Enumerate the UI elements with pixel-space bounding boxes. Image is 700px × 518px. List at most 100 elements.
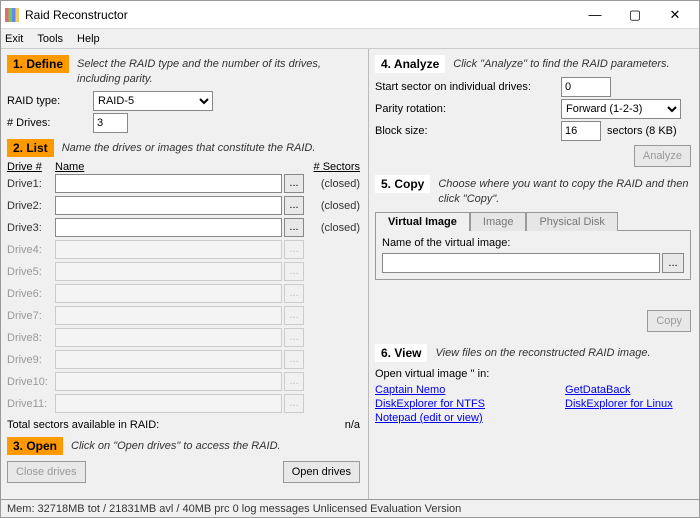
drive-row: Drive10:... bbox=[7, 371, 360, 393]
drive-label: Drive2: bbox=[7, 200, 55, 212]
drive-row: Drive11:... bbox=[7, 393, 360, 415]
drive-name-input[interactable] bbox=[55, 174, 282, 193]
close-button[interactable]: ✕ bbox=[655, 1, 695, 29]
drive-name-input[interactable] bbox=[55, 218, 282, 237]
drive-row: Drive9:... bbox=[7, 349, 360, 371]
window-title: Raid Reconstructor bbox=[25, 8, 575, 22]
drives-input[interactable] bbox=[93, 113, 128, 133]
parity-label: Parity rotation: bbox=[375, 103, 555, 115]
drive-name-input bbox=[55, 262, 282, 281]
block-input[interactable] bbox=[561, 121, 601, 141]
drive-row: Drive8:... bbox=[7, 327, 360, 349]
start-input[interactable] bbox=[561, 77, 611, 97]
drive-name-input bbox=[55, 240, 282, 259]
menu-tools[interactable]: Tools bbox=[37, 33, 63, 45]
virtual-name-input[interactable] bbox=[382, 253, 660, 273]
menu-exit[interactable]: Exit bbox=[5, 33, 23, 45]
copy-button[interactable]: Copy bbox=[647, 310, 691, 332]
link-linux[interactable]: DiskExplorer for Linux bbox=[565, 398, 673, 410]
drive-name-input bbox=[55, 306, 282, 325]
analyze-button[interactable]: Analyze bbox=[634, 145, 691, 167]
link-ntfs[interactable]: DiskExplorer for NTFS bbox=[375, 398, 485, 410]
raidtype-label: RAID type: bbox=[7, 95, 87, 107]
link-gdb[interactable]: GetDataBack bbox=[565, 384, 673, 396]
virtual-name-label: Name of the virtual image: bbox=[382, 237, 684, 249]
list-desc: Name the drives or images that constitut… bbox=[62, 139, 316, 156]
col-drive: Drive # bbox=[7, 161, 55, 173]
drive-name-input bbox=[55, 328, 282, 347]
drive-name-input bbox=[55, 394, 282, 413]
start-label: Start sector on individual drives: bbox=[375, 81, 555, 93]
drive-name-input[interactable] bbox=[55, 196, 282, 215]
app-icon bbox=[5, 8, 19, 22]
virtual-browse-button[interactable]: ... bbox=[662, 253, 684, 273]
total-value: n/a bbox=[345, 419, 360, 431]
define-badge: 1. Define bbox=[7, 55, 69, 73]
view-badge: 6. View bbox=[375, 344, 427, 362]
raidtype-select[interactable]: RAID-5 bbox=[93, 91, 213, 111]
drive-browse-button[interactable]: ... bbox=[284, 218, 304, 237]
drive-row: Drive2:...(closed) bbox=[7, 195, 360, 217]
analyze-badge: 4. Analyze bbox=[375, 55, 445, 73]
block-suffix: sectors (8 KB) bbox=[607, 125, 677, 137]
menu-help[interactable]: Help bbox=[77, 33, 100, 45]
drive-row: Drive7:... bbox=[7, 305, 360, 327]
copy-desc: Choose where you want to copy the RAID a… bbox=[438, 175, 691, 207]
statusbar: Mem: 32718MB tot / 21831MB avl / 40MB pr… bbox=[1, 499, 699, 517]
drive-browse-button: ... bbox=[284, 350, 304, 369]
link-notepad[interactable]: Notepad (edit or view) bbox=[375, 412, 485, 424]
drive-browse-button: ... bbox=[284, 284, 304, 303]
drive-row: Drive3:...(closed) bbox=[7, 217, 360, 239]
drive-status: (closed) bbox=[304, 222, 360, 234]
drive-label: Drive10: bbox=[7, 376, 55, 388]
menubar: Exit Tools Help bbox=[1, 29, 699, 49]
tab-virtual[interactable]: Virtual Image bbox=[375, 212, 470, 231]
block-label: Block size: bbox=[375, 125, 555, 137]
col-name: Name bbox=[55, 161, 304, 173]
list-badge: 2. List bbox=[7, 139, 54, 157]
drive-label: Drive3: bbox=[7, 222, 55, 234]
tab-physical[interactable]: Physical Disk bbox=[526, 212, 617, 231]
tab-image[interactable]: Image bbox=[470, 212, 527, 231]
copy-badge: 5. Copy bbox=[375, 175, 430, 193]
drive-label: Drive6: bbox=[7, 288, 55, 300]
drives-label: # Drives: bbox=[7, 117, 87, 129]
open-virtual-text: Open virtual image '' in: bbox=[375, 368, 691, 380]
minimize-button[interactable]: — bbox=[575, 1, 615, 29]
drive-browse-button: ... bbox=[284, 262, 304, 281]
drive-name-input bbox=[55, 372, 282, 391]
drive-browse-button[interactable]: ... bbox=[284, 174, 304, 193]
close-drives-button[interactable]: Close drives bbox=[7, 461, 86, 483]
drive-browse-button[interactable]: ... bbox=[284, 196, 304, 215]
drive-label: Drive5: bbox=[7, 266, 55, 278]
drive-label: Drive8: bbox=[7, 332, 55, 344]
drive-browse-button: ... bbox=[284, 306, 304, 325]
drive-label: Drive11: bbox=[7, 398, 55, 410]
drive-row: Drive4:... bbox=[7, 239, 360, 261]
total-label: Total sectors available in RAID: bbox=[7, 419, 159, 431]
drive-label: Drive7: bbox=[7, 310, 55, 322]
open-desc: Click on "Open drives" to access the RAI… bbox=[71, 437, 281, 454]
open-drives-button[interactable]: Open drives bbox=[283, 461, 360, 483]
view-desc: View files on the reconstructed RAID ima… bbox=[435, 344, 650, 361]
drive-label: Drive1: bbox=[7, 178, 55, 190]
analyze-desc: Click "Analyze" to find the RAID paramet… bbox=[453, 55, 669, 72]
drive-name-input bbox=[55, 350, 282, 369]
drive-label: Drive9: bbox=[7, 354, 55, 366]
parity-select[interactable]: Forward (1-2-3) bbox=[561, 99, 681, 119]
link-nemo[interactable]: Captain Nemo bbox=[375, 384, 485, 396]
titlebar: Raid Reconstructor — ▢ ✕ bbox=[1, 1, 699, 29]
drive-browse-button: ... bbox=[284, 372, 304, 391]
drive-browse-button: ... bbox=[284, 394, 304, 413]
maximize-button[interactable]: ▢ bbox=[615, 1, 655, 29]
drive-name-input bbox=[55, 284, 282, 303]
drive-row: Drive1:...(closed) bbox=[7, 173, 360, 195]
drive-row: Drive6:... bbox=[7, 283, 360, 305]
drive-browse-button: ... bbox=[284, 240, 304, 259]
col-sectors: # Sectors bbox=[304, 161, 360, 173]
drive-label: Drive4: bbox=[7, 244, 55, 256]
open-badge: 3. Open bbox=[7, 437, 63, 455]
drive-row: Drive5:... bbox=[7, 261, 360, 283]
drive-status: (closed) bbox=[304, 178, 360, 190]
define-desc: Select the RAID type and the number of i… bbox=[77, 55, 360, 87]
